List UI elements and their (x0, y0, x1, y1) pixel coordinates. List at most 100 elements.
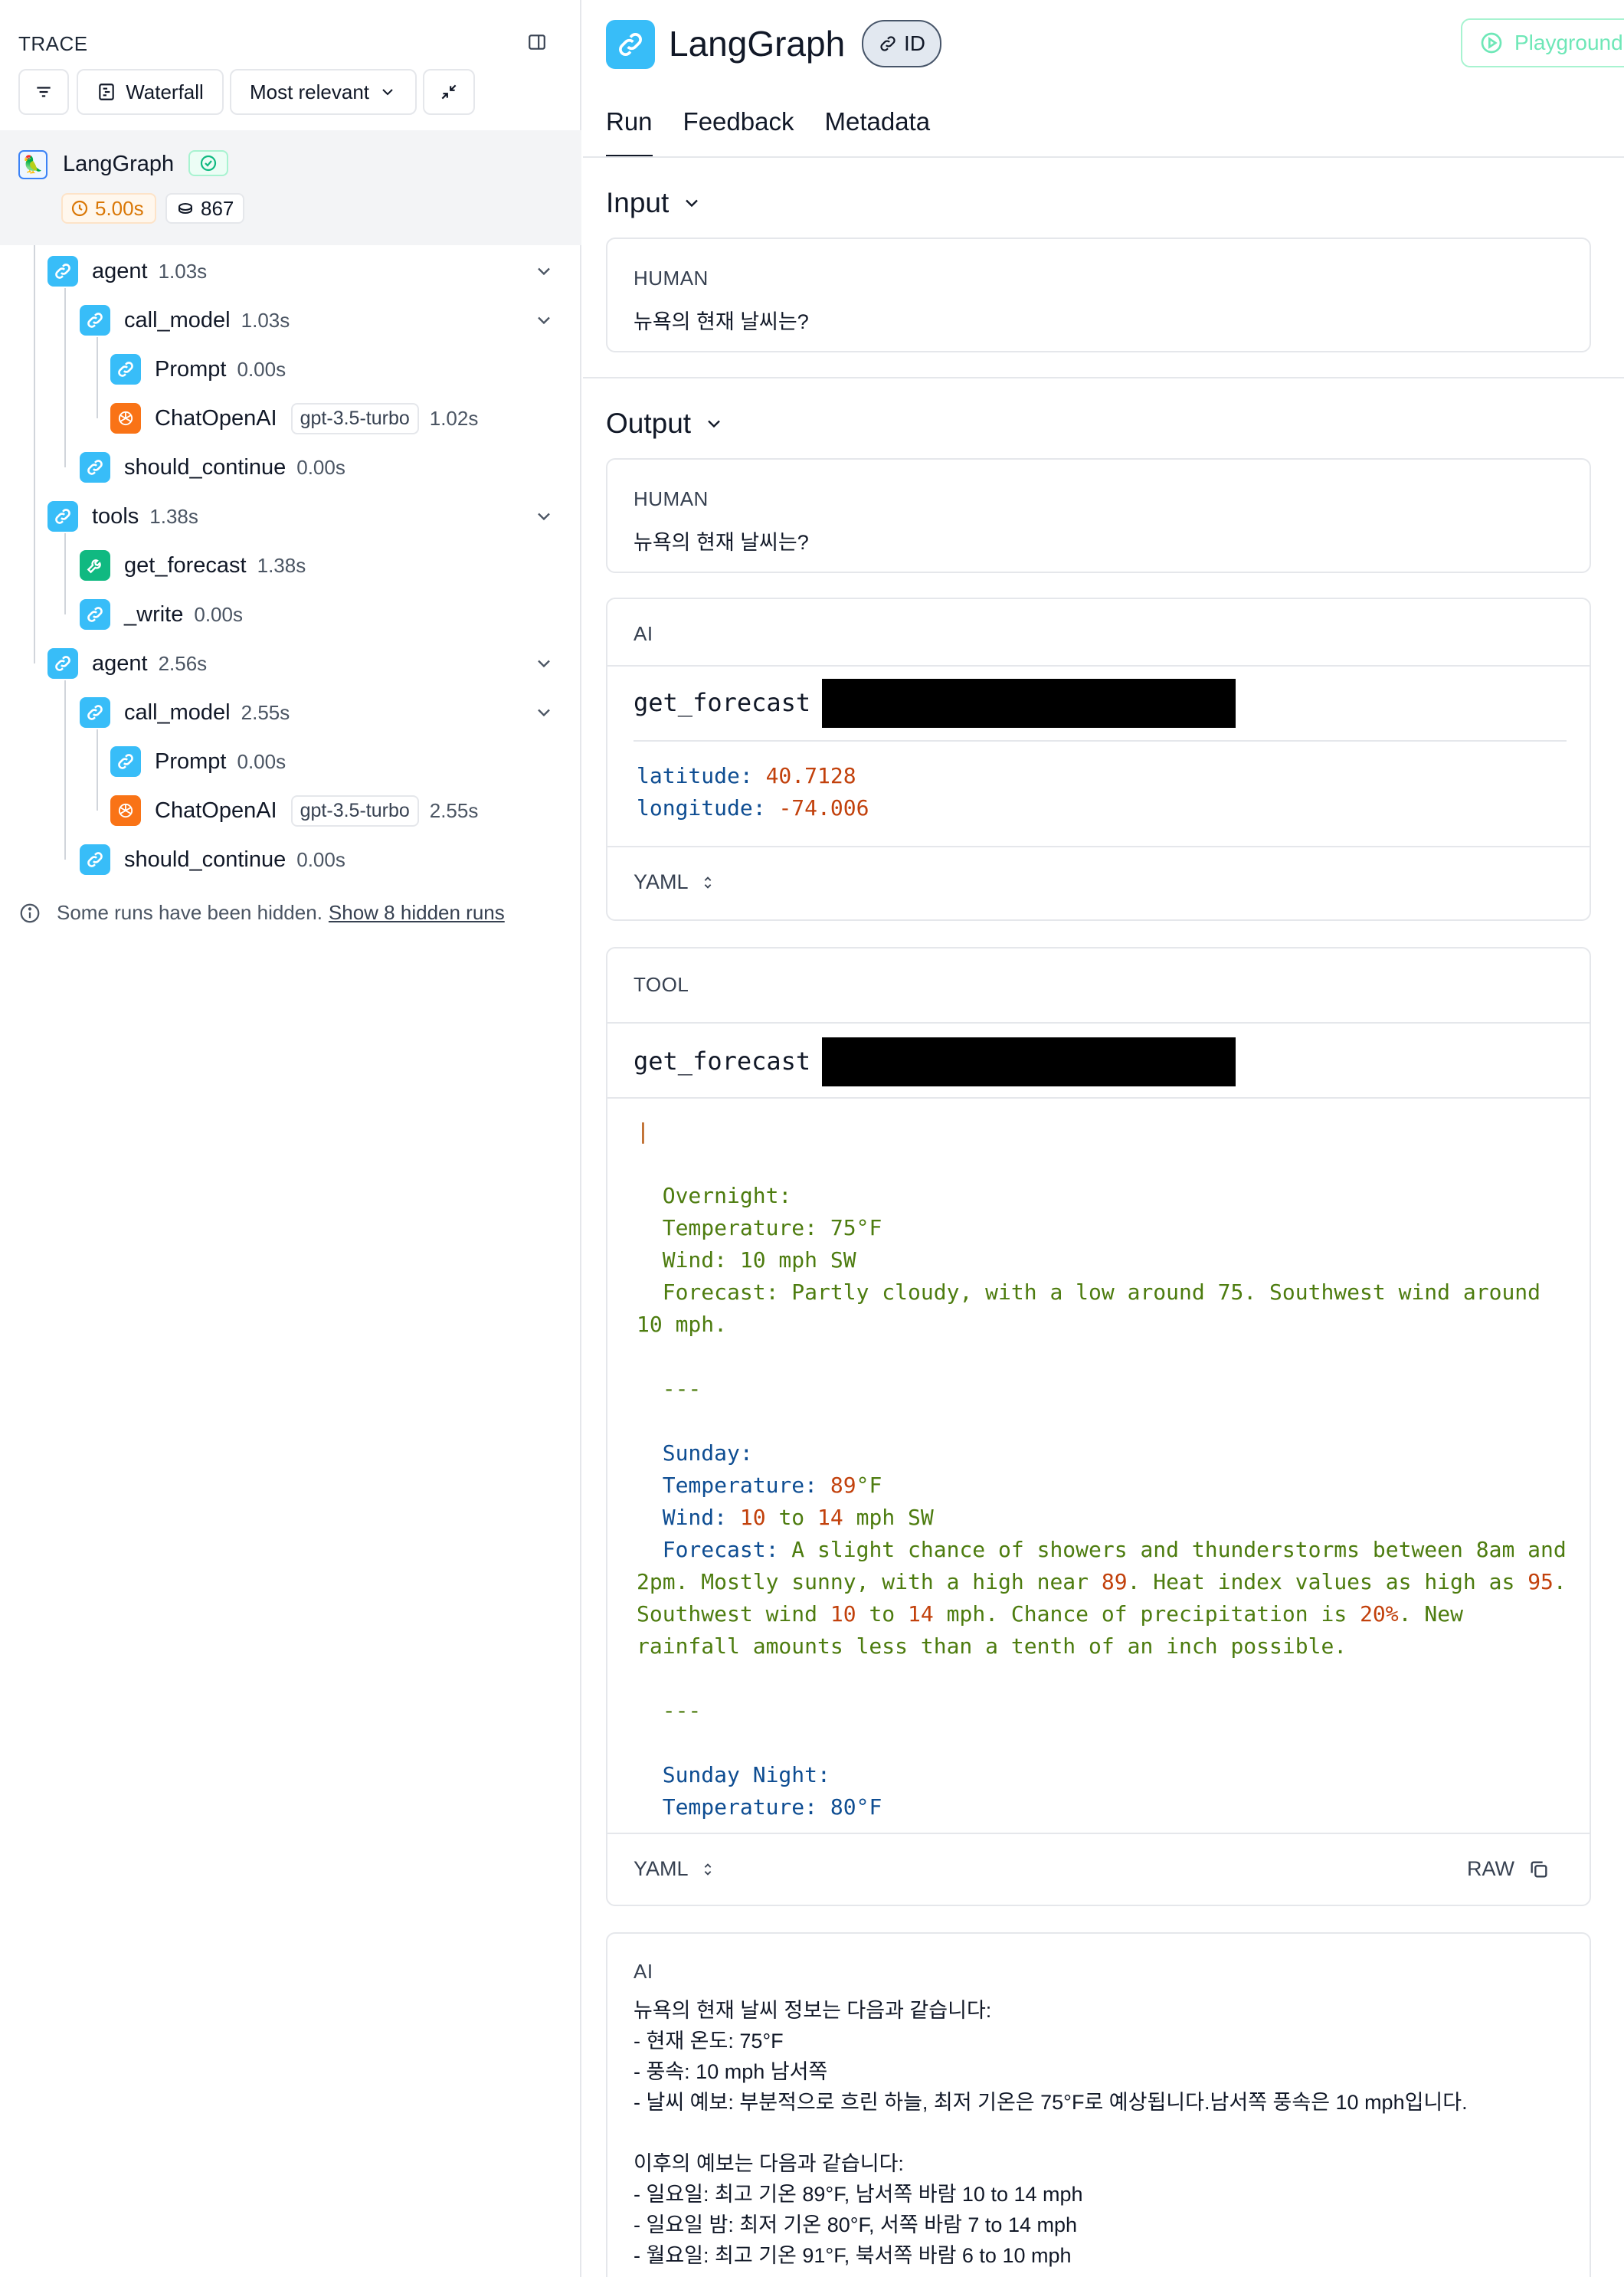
output-title: Output (606, 408, 692, 439)
chain-icon (110, 746, 141, 777)
ai-reply-line: 뉴욕의 현재 날씨 정보는 다음과 같습니다: (634, 1999, 992, 2022)
chevron-down-icon[interactable] (533, 653, 555, 674)
trace-node-get-forecast[interactable]: get_forecast 1.38s (80, 547, 306, 584)
filter-button[interactable] (18, 69, 69, 115)
tab-run[interactable]: Run (606, 107, 653, 158)
format-toggle[interactable]: YAML (634, 870, 716, 894)
tool-output-body[interactable]: | Overnight: Temperature: 75°F Wind: 10 … (637, 1116, 1579, 1820)
tab-feedback[interactable]: Feedback (683, 107, 794, 158)
ai-tool-call-card: AI get_forecast latitude: 40.7128 longit… (606, 598, 1591, 921)
output-section-toggle[interactable]: Output (606, 408, 725, 440)
trace-node-name: agent (92, 650, 148, 676)
raw-toggle[interactable]: RAW (1467, 1857, 1550, 1881)
ai-reply-line: - 풍속: 10 mph 남서쪽 (634, 2060, 828, 2083)
duration-value: 5.00s (95, 196, 144, 220)
trace-node-time: 2.55s (241, 700, 290, 724)
copy-id-button[interactable]: ID (862, 20, 941, 67)
trace-node-chatopenai[interactable]: ChatOpenAI gpt-3.5-turbo 1.02s (110, 400, 478, 437)
copy-icon[interactable] (1528, 1859, 1550, 1880)
card-divider (607, 846, 1590, 847)
id-label: ID (904, 31, 925, 55)
trace-node-chatopenai[interactable]: ChatOpenAI gpt-3.5-turbo 2.55s (110, 792, 478, 829)
trace-node-prompt[interactable]: Prompt 0.00s (110, 743, 286, 780)
trace-node-agent[interactable]: agent 2.56s (47, 645, 207, 682)
input-message-card: HUMAN 뉴욕의 현재 날씨는? (606, 238, 1591, 352)
tree-line (34, 245, 35, 663)
collapse-all-button[interactable] (423, 69, 475, 115)
card-divider (634, 740, 1567, 742)
wrench-icon (80, 550, 110, 581)
chevron-down-icon[interactable] (533, 260, 555, 282)
trace-node-agent[interactable]: agent 1.03s (47, 253, 207, 290)
hidden-runs-text: Some runs have been hidden. (57, 901, 323, 924)
message-role: HUMAN (634, 267, 709, 290)
message-role: AI (634, 1960, 653, 1983)
card-divider (607, 665, 1590, 667)
trace-node-should-continue[interactable]: should_continue 0.00s (80, 449, 345, 486)
root-run-name: LangGraph (63, 152, 175, 176)
collapse-icon (441, 84, 457, 100)
chain-icon (47, 501, 78, 532)
filter-icon (37, 87, 51, 97)
ai-reply-line: - 월요일: 최고 기온 91°F, 북서쪽 바람 6 to 10 mph (634, 2244, 1072, 2267)
message-role: HUMAN (634, 487, 709, 510)
sort-select[interactable]: Most relevant (230, 69, 417, 115)
trace-node-call-model[interactable]: call_model 1.03s (80, 302, 290, 339)
tree-line (64, 533, 66, 614)
ai-reply-line: - 날씨 예보: 부분적으로 흐린 하늘, 최저 기온은 75°F로 예상됩니다… (634, 2091, 1468, 2114)
chevron-down-icon (382, 89, 393, 96)
chain-icon (110, 354, 141, 385)
info-icon (20, 903, 40, 922)
show-hidden-runs-link[interactable]: Show 8 hidden runs (329, 901, 505, 925)
chevron-down-icon (686, 199, 699, 208)
clock-icon (71, 200, 88, 217)
card-divider (607, 1833, 1590, 1834)
trace-node-time: 1.03s (158, 259, 208, 283)
chevrons-up-down-icon (704, 1863, 711, 1876)
tree-line (97, 337, 98, 418)
chevron-down-icon[interactable] (533, 702, 555, 723)
chain-icon (80, 697, 110, 728)
arg-longitude: longitude: -74.006 (637, 795, 869, 821)
chain-icon (80, 844, 110, 875)
trace-node-tools[interactable]: tools 1.38s (47, 498, 198, 535)
chevron-down-icon[interactable] (533, 310, 555, 331)
run-title: LangGraph (669, 24, 846, 64)
trace-node--write[interactable]: _write 0.00s (80, 596, 243, 633)
trace-node-call-model[interactable]: call_model 2.55s (80, 694, 290, 731)
duration-badge: 5.00s (61, 193, 156, 224)
tab-metadata[interactable]: Metadata (824, 107, 930, 158)
input-section-toggle[interactable]: Input (606, 187, 702, 219)
waterfall-button[interactable]: Waterfall (77, 69, 224, 115)
tool-name: get_forecast (634, 1047, 811, 1076)
trace-node-name: _write (124, 601, 184, 627)
chevron-down-icon (708, 420, 720, 428)
redacted-block (822, 679, 1236, 728)
sidebar-toggle-icon[interactable] (527, 32, 547, 52)
trace-node-time: 1.03s (241, 308, 290, 332)
raw-label: RAW (1467, 1857, 1514, 1880)
token-value: 867 (201, 196, 234, 220)
trace-node-name: get_forecast (124, 552, 247, 578)
tree-line (64, 288, 66, 467)
chevron-down-icon[interactable] (533, 506, 555, 527)
trace-root-row[interactable]: 🦜 LangGraph 5.00s 867 (0, 130, 581, 245)
format-toggle[interactable]: YAML (634, 1857, 716, 1881)
trace-node-prompt[interactable]: Prompt 0.00s (110, 351, 286, 388)
trace-node-time: 0.00s (296, 847, 345, 871)
openai-icon (110, 403, 141, 434)
trace-panel: TRACE Waterfall Most relevant 🦜 LangGrap… (0, 0, 581, 2277)
trace-node-should-continue[interactable]: should_continue 0.00s (80, 841, 345, 878)
input-title: Input (606, 187, 670, 218)
run-detail-panel: LangGraph ID Playground Run Feedback Met… (583, 0, 1624, 2277)
waterfall-label: Waterfall (126, 80, 204, 103)
trace-node-name: call_model (124, 699, 231, 725)
trace-node-name: should_continue (124, 454, 286, 480)
playground-button[interactable]: Playground (1461, 18, 1624, 67)
run-tabs: Run Feedback Metadata (606, 107, 930, 158)
trace-node-time: 2.56s (158, 651, 208, 675)
trace-node-time: 2.55s (429, 798, 479, 822)
output-human-card: HUMAN 뉴욕의 현재 날씨는? (606, 458, 1591, 573)
sort-label: Most relevant (249, 80, 370, 103)
tool-call-name: get_forecast (634, 688, 811, 717)
